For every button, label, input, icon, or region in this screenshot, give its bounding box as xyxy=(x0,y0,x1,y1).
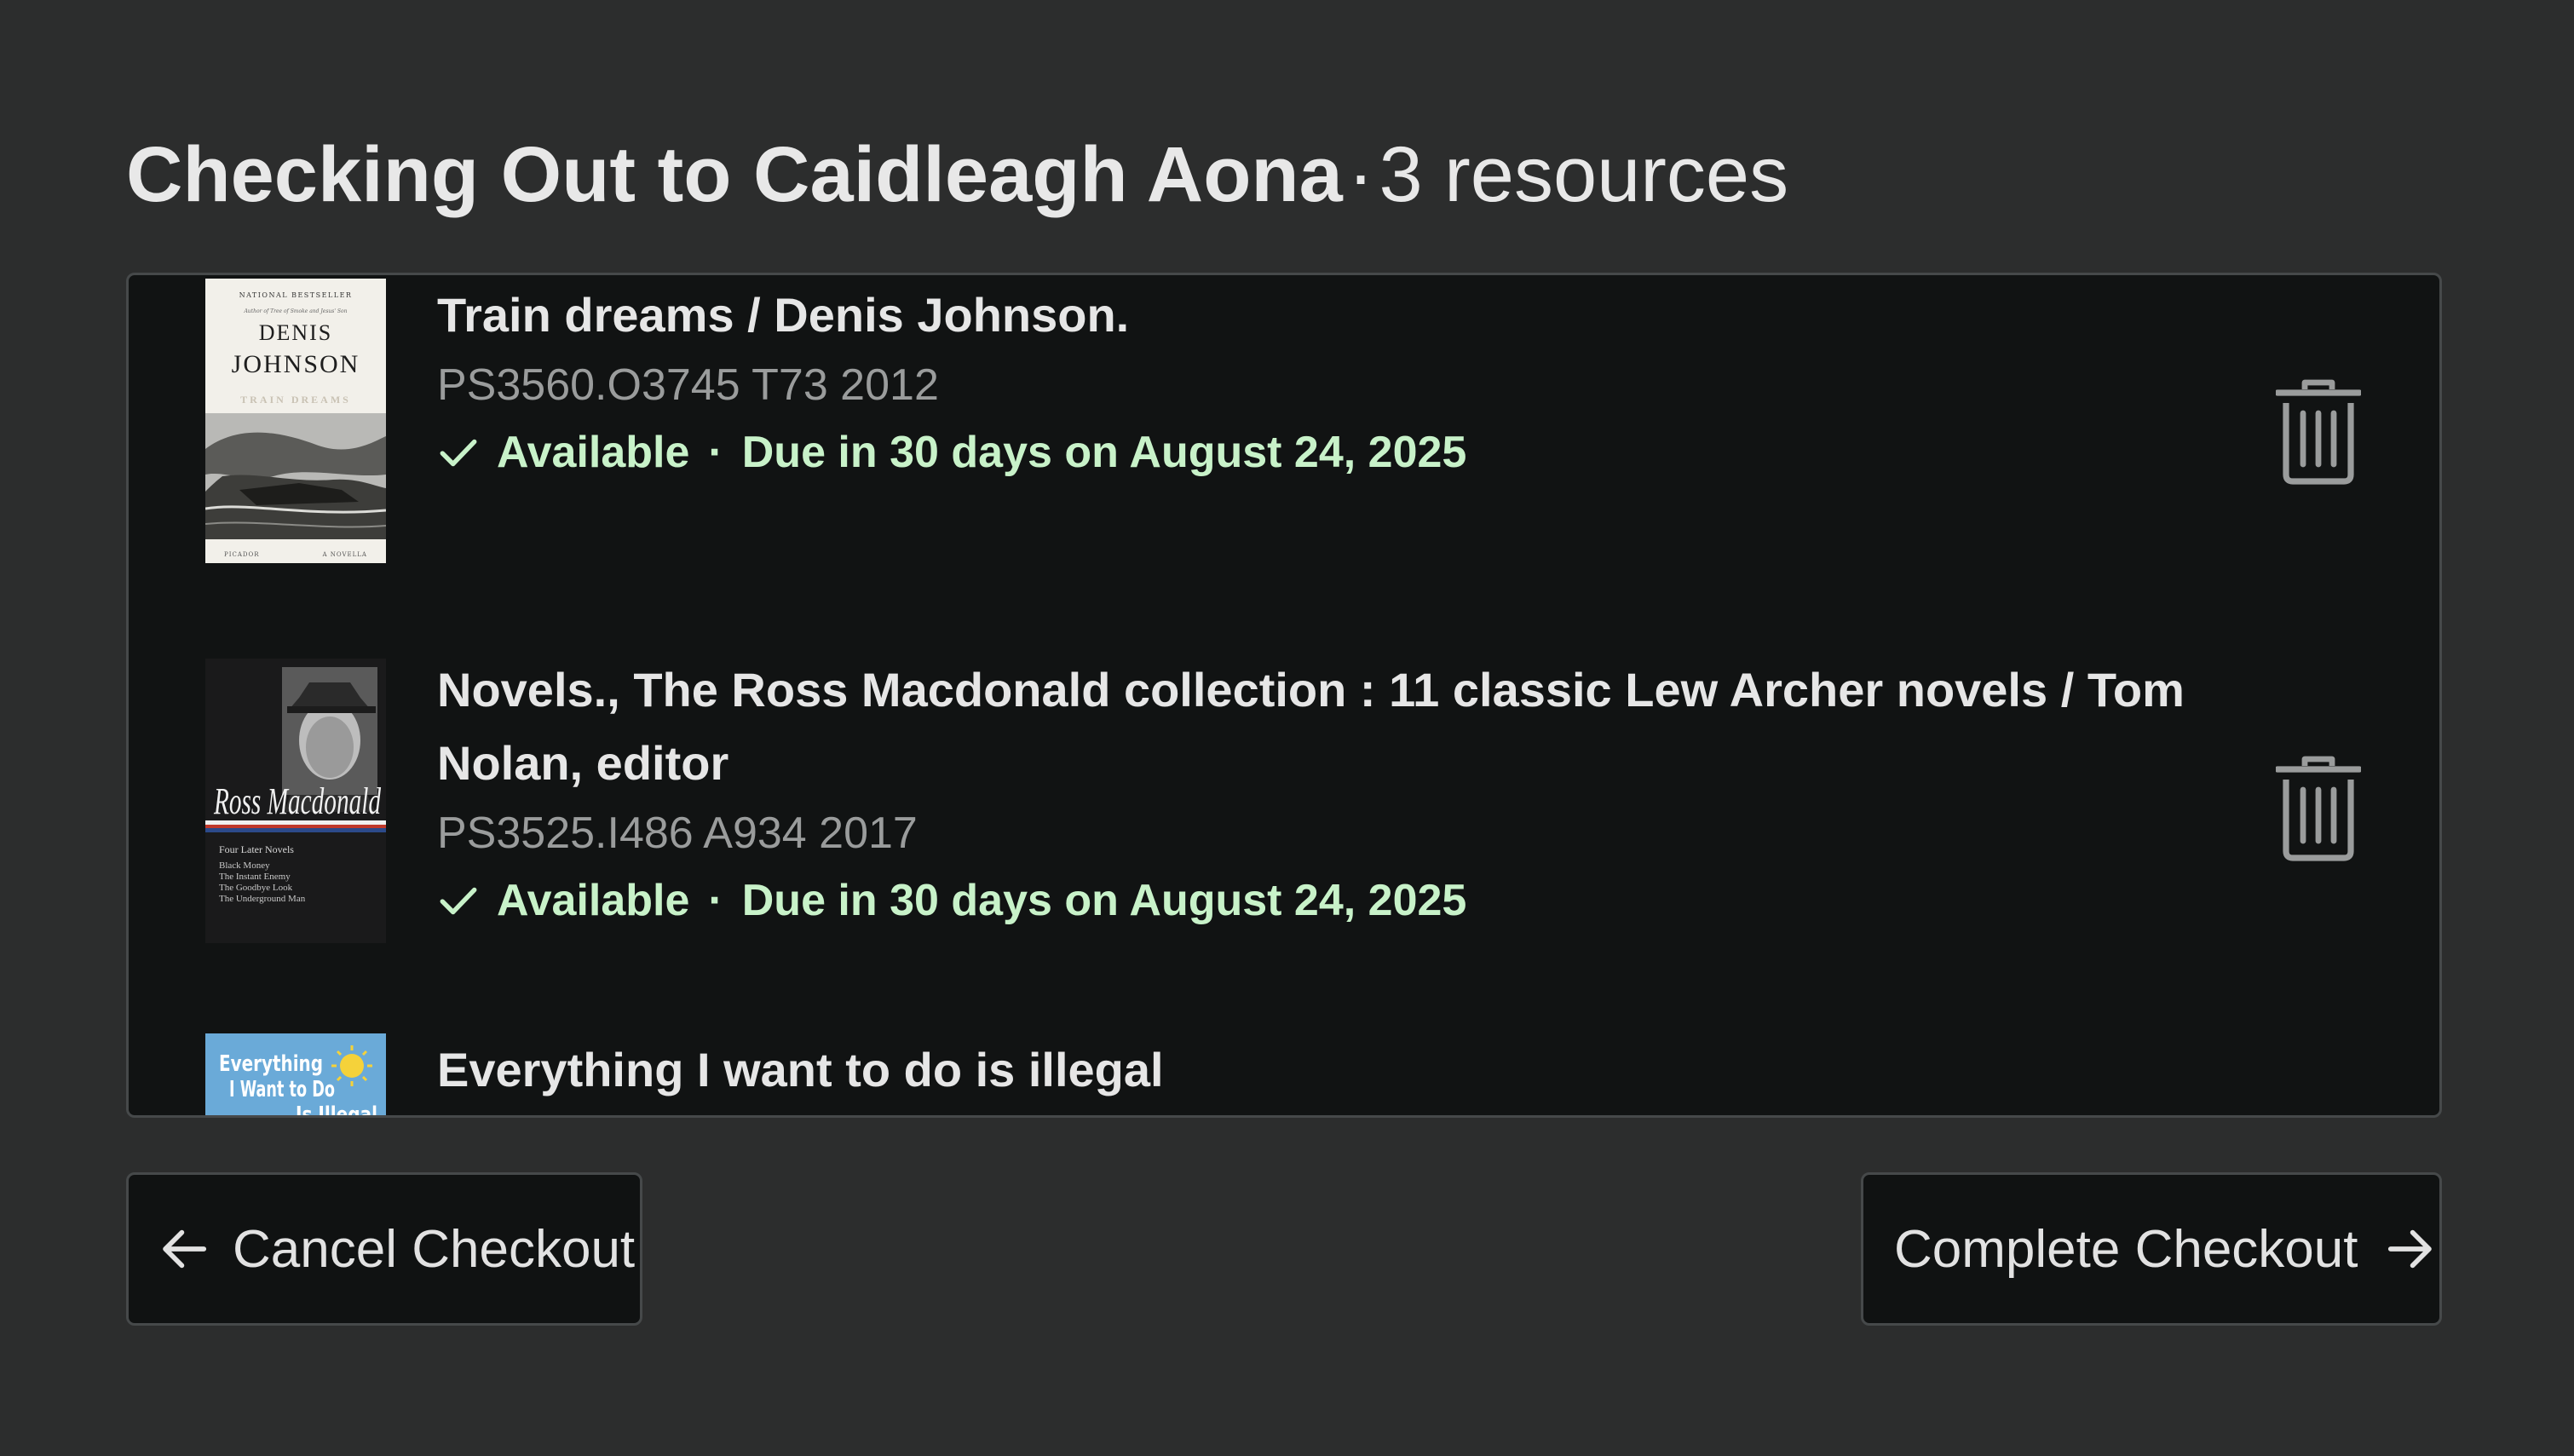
trash-icon[interactable] xyxy=(2276,379,2361,485)
check-icon xyxy=(440,439,477,467)
arrow-left-icon xyxy=(163,1229,207,1269)
cover-author-line1: DENIS xyxy=(259,320,333,345)
cover-novel: The Instant Enemy xyxy=(219,872,291,882)
cover-subtitle: Four Later Novels xyxy=(219,843,294,855)
arrow-right-icon xyxy=(2387,1229,2432,1269)
resource-info: Everything I want to do is illegal xyxy=(437,1033,2226,1107)
availability-status: Available · Due in 30 days on August 24,… xyxy=(437,866,2226,935)
cover-novel: Black Money xyxy=(219,860,270,871)
status-label: Available xyxy=(497,428,690,477)
cover-title: TRAIN DREAMS xyxy=(240,394,351,406)
title-patron: Checking Out to Caidleagh Aona xyxy=(126,131,1343,218)
book-cover-art: Ross Macdonald Four Later Novels Black M… xyxy=(205,659,386,943)
cover-novel: The Goodbye Look xyxy=(219,883,293,893)
cancel-checkout-button[interactable]: Cancel Checkout xyxy=(126,1172,642,1326)
resource-title[interactable]: Train dreams / Denis Johnson. xyxy=(437,279,2226,352)
due-date: Due in 30 days on August 24, 2025 xyxy=(741,876,1467,925)
call-number: PS3525.I486 A934 2017 xyxy=(437,809,918,858)
resource-info: Train dreams / Denis Johnson. PS3560.O37… xyxy=(437,279,2226,486)
trash-icon[interactable] xyxy=(2276,756,2361,861)
book-cover: Ross Macdonald Four Later Novels Black M… xyxy=(205,659,386,943)
call-number: PS3560.O3745 T73 2012 xyxy=(437,360,939,410)
resource-info: Novels., The Ross Macdonald collection :… xyxy=(437,653,2226,935)
resource-title[interactable]: Everything I want to do is illegal xyxy=(437,1033,2226,1107)
cover-top-text: NATIONAL BESTSELLER xyxy=(239,291,353,299)
book-cover-art: Everything I Want to Do Is Illegal xyxy=(205,1033,386,1118)
availability-status: Available · Due in 30 days on August 24,… xyxy=(437,418,2226,486)
checkout-page: Checking Out to Caidleagh Aona·3 resourc… xyxy=(0,0,2574,1456)
cover-line3: Is Illegal xyxy=(296,1102,377,1118)
book-cover-art: NATIONAL BESTSELLER Author of Tree of Sm… xyxy=(205,279,386,563)
page-title: Checking Out to Caidleagh Aona·3 resourc… xyxy=(126,128,1788,222)
status-label: Available xyxy=(497,876,690,925)
cover-footer-left: PICADOR xyxy=(224,551,260,558)
book-cover: NATIONAL BESTSELLER Author of Tree of Sm… xyxy=(205,279,386,563)
cover-tagline: Author of Tree of Smoke and Jesus' Son xyxy=(243,308,347,314)
cover-signature: Ross Macdonald xyxy=(213,780,381,822)
cancel-checkout-label: Cancel Checkout xyxy=(233,1219,636,1279)
status-separator: · xyxy=(708,428,723,477)
title-separator: · xyxy=(1347,131,1374,218)
complete-checkout-button[interactable]: Complete Checkout xyxy=(1861,1172,2442,1326)
cover-novel: The Underground Man xyxy=(219,894,306,904)
cover-line2: I Want to Do xyxy=(229,1077,335,1102)
status-separator: · xyxy=(708,876,723,925)
resource-count: 3 resources xyxy=(1379,131,1789,218)
complete-checkout-label: Complete Checkout xyxy=(1894,1219,2358,1279)
resource-title[interactable]: Novels., The Ross Macdonald collection :… xyxy=(437,653,2243,800)
check-icon xyxy=(440,887,477,915)
due-date: Due in 30 days on August 24, 2025 xyxy=(741,428,1467,477)
cover-footer-right: A NOVELLA xyxy=(321,551,367,558)
cover-line1: Everything xyxy=(219,1051,323,1077)
book-cover: Everything I Want to Do Is Illegal xyxy=(205,1033,386,1118)
resource-list[interactable]: NATIONAL BESTSELLER Author of Tree of Sm… xyxy=(126,273,2442,1118)
cover-author-line2: JOHNSON xyxy=(232,350,360,378)
